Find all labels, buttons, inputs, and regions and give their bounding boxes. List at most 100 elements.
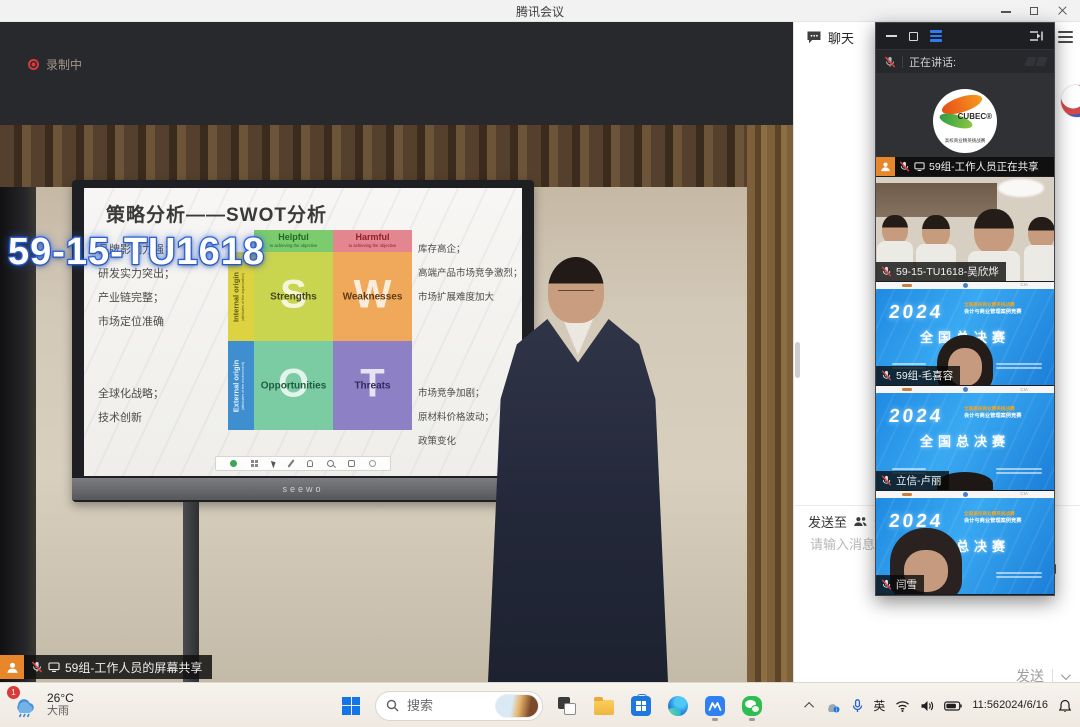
video-thumbnail[interactable]: CIA 2024 全国高校商业精英挑战赛会计与商业管理案例竞赛 全国总决赛 闫雪 xyxy=(876,491,1054,595)
tencent-meeting-window: 腾讯会议 录制中 策略分析——SWOT分析 品牌影响力强； 研发实力突出； xyxy=(0,0,1080,727)
window-minimize-button[interactable] xyxy=(992,0,1020,22)
edge-browser-button[interactable] xyxy=(665,691,691,721)
whiteboard-annotation-toolbar xyxy=(215,456,391,471)
window-title: 腾讯会议 xyxy=(0,3,1080,20)
svg-text:i: i xyxy=(836,707,837,712)
mic-muted-icon xyxy=(881,266,892,277)
banner-logo-strip: CIA xyxy=(876,491,1054,498)
toolbar-apps-icon xyxy=(251,460,258,467)
swot-row-external: External origin(attributes of the enviro… xyxy=(228,341,254,430)
presenter-glasses xyxy=(558,290,594,297)
start-button[interactable] xyxy=(338,691,364,721)
search-icon xyxy=(386,699,399,712)
minimize-icon xyxy=(1001,11,1011,13)
screen-share-banner-label: 59组-工作人员的屏幕共享 xyxy=(65,659,202,676)
tencent-meeting-app-button[interactable] xyxy=(702,691,728,721)
notification-badge: 1 xyxy=(7,686,20,699)
watermark-icon xyxy=(1026,57,1046,66)
taskbar-search-box[interactable] xyxy=(375,691,543,721)
meeting-app-icon xyxy=(705,696,725,716)
recording-label: 录制中 xyxy=(46,56,82,73)
swot-cell-weaknesses: W Weaknesses xyxy=(333,252,412,341)
chat-menu-button[interactable] xyxy=(1058,31,1073,43)
speaking-status-row: 正在讲话: xyxy=(876,49,1054,73)
toolbar-zoom-icon xyxy=(327,460,334,467)
search-input[interactable] xyxy=(405,697,489,714)
banner-year: 2024 xyxy=(888,406,945,428)
maximize-icon xyxy=(1030,7,1038,15)
video-thumbnail-team[interactable]: 59-15-TU1618-吴欣烨 xyxy=(876,177,1054,281)
main-stage: 录制中 策略分析——SWOT分析 品牌影响力强； 研发实力突出； 产业链完整； … xyxy=(0,22,793,682)
volume-tray-icon[interactable] xyxy=(920,700,934,712)
slide-bullet: 全球化战略； xyxy=(98,382,164,406)
banner-logo-strip: CIA xyxy=(876,386,1054,393)
swot-cell-opportunities: O Opportunities xyxy=(254,341,333,430)
battery-tray-icon[interactable] xyxy=(944,701,962,711)
clock-time: 11:56 xyxy=(972,699,999,712)
chevron-up-icon xyxy=(804,702,814,712)
sharing-user-icon xyxy=(876,157,895,176)
input-method-indicator[interactable]: 英 xyxy=(873,697,885,714)
slide-bullet: 产业链完整； xyxy=(98,286,175,310)
toolbar-eraser-icon xyxy=(307,460,313,467)
mic-muted-icon xyxy=(881,475,892,486)
presenter xyxy=(470,257,685,682)
participant-name-tag: 立信-卢丽 xyxy=(876,471,949,490)
file-explorer-button[interactable] xyxy=(591,691,617,721)
windows-logo-icon xyxy=(342,697,360,715)
notification-center-button[interactable] xyxy=(1058,699,1072,713)
mic-muted-icon xyxy=(884,56,896,68)
toolbar-pen-icon xyxy=(288,459,295,467)
window-close-button[interactable] xyxy=(1048,0,1076,22)
video-thumbnail[interactable]: CIA 2024 全国高校商业精英挑战赛会计与商业管理案例竞赛 全国总决赛 59… xyxy=(876,282,1054,386)
wifi-tray-icon[interactable] xyxy=(895,700,910,712)
members-icon xyxy=(853,515,868,528)
search-highlight-image[interactable] xyxy=(495,694,539,718)
swot-col-helpful: Helpful to achieving the objective xyxy=(254,230,333,252)
cubec-logo: CUBEC® 高校商业精英挑战赛 xyxy=(933,89,997,153)
thumbnail-list: CUBEC® 高校商业精英挑战赛 59组-工作人员正在共享 xyxy=(876,73,1054,595)
tray-expand-button[interactable] xyxy=(807,702,814,709)
shared-screen-video: 策略分析——SWOT分析 品牌影响力强； 研发实力突出； 产业链完整； 市场定位… xyxy=(0,125,793,682)
mic-muted-icon xyxy=(881,579,892,590)
slide-title: 策略分析——SWOT分析 xyxy=(106,200,327,227)
task-view-button[interactable] xyxy=(554,691,580,721)
windows-taskbar: 1 26°C 大雨 xyxy=(0,682,1080,727)
chat-scrollbar[interactable] xyxy=(795,342,800,378)
microphone-tray-icon[interactable] xyxy=(852,699,863,713)
toolbar-home-icon xyxy=(230,460,237,467)
sharing-user-icon xyxy=(0,655,24,679)
window-maximize-button[interactable] xyxy=(1020,0,1048,22)
edge-icon xyxy=(668,696,688,716)
video-left-wall xyxy=(0,125,36,682)
recording-indicator: 录制中 xyxy=(28,56,82,73)
list-view-toggle[interactable] xyxy=(930,30,942,42)
panel-minimize-button[interactable] xyxy=(886,35,897,37)
wechat-app-button[interactable] xyxy=(739,691,765,721)
task-view-icon xyxy=(558,697,576,715)
microsoft-store-button[interactable] xyxy=(628,691,654,721)
swot-col-harmful: Harmful to achieving the objective xyxy=(333,230,412,252)
send-options-chevron-icon[interactable] xyxy=(1061,670,1071,680)
folder-icon xyxy=(594,700,614,715)
wechat-icon xyxy=(742,696,762,716)
swot-cell-strengths: S Strengths xyxy=(254,252,333,341)
running-indicator xyxy=(749,718,755,721)
mic-muted-icon xyxy=(899,161,910,172)
send-divider xyxy=(1052,669,1053,683)
taskbar-clock[interactable]: 11:56 2024/6/16 xyxy=(972,699,1048,712)
panel-maximize-button[interactable] xyxy=(909,32,918,41)
toolbar-comment-icon xyxy=(348,460,355,467)
weather-widget[interactable]: 1 26°C 大雨 xyxy=(10,689,74,719)
onedrive-tray-icon[interactable]: i xyxy=(824,699,842,713)
speaking-label: 正在讲话: xyxy=(909,54,956,70)
chat-bubble-icon xyxy=(806,30,822,45)
presentation-display: 策略分析——SWOT分析 品牌影响力强； 研发实力突出； 产业链完整； 市场定位… xyxy=(72,180,534,502)
speaker-icon xyxy=(920,700,934,712)
banner-year: 2024 xyxy=(888,302,945,324)
panel-collapse-button[interactable] xyxy=(1029,30,1044,42)
participant-name-tag: 59-15-TU1618-吴欣烨 xyxy=(876,262,1006,281)
video-thumbnail-sharing-host[interactable]: CUBEC® 高校商业精英挑战赛 59组-工作人员正在共享 xyxy=(876,73,1054,177)
participant-name-tag: 59组-工作人员正在共享 xyxy=(876,157,1054,176)
video-thumbnail[interactable]: CIA 2024 全国高校商业精英挑战赛会计与商业管理案例竞赛 全国总决赛 立信… xyxy=(876,386,1054,490)
